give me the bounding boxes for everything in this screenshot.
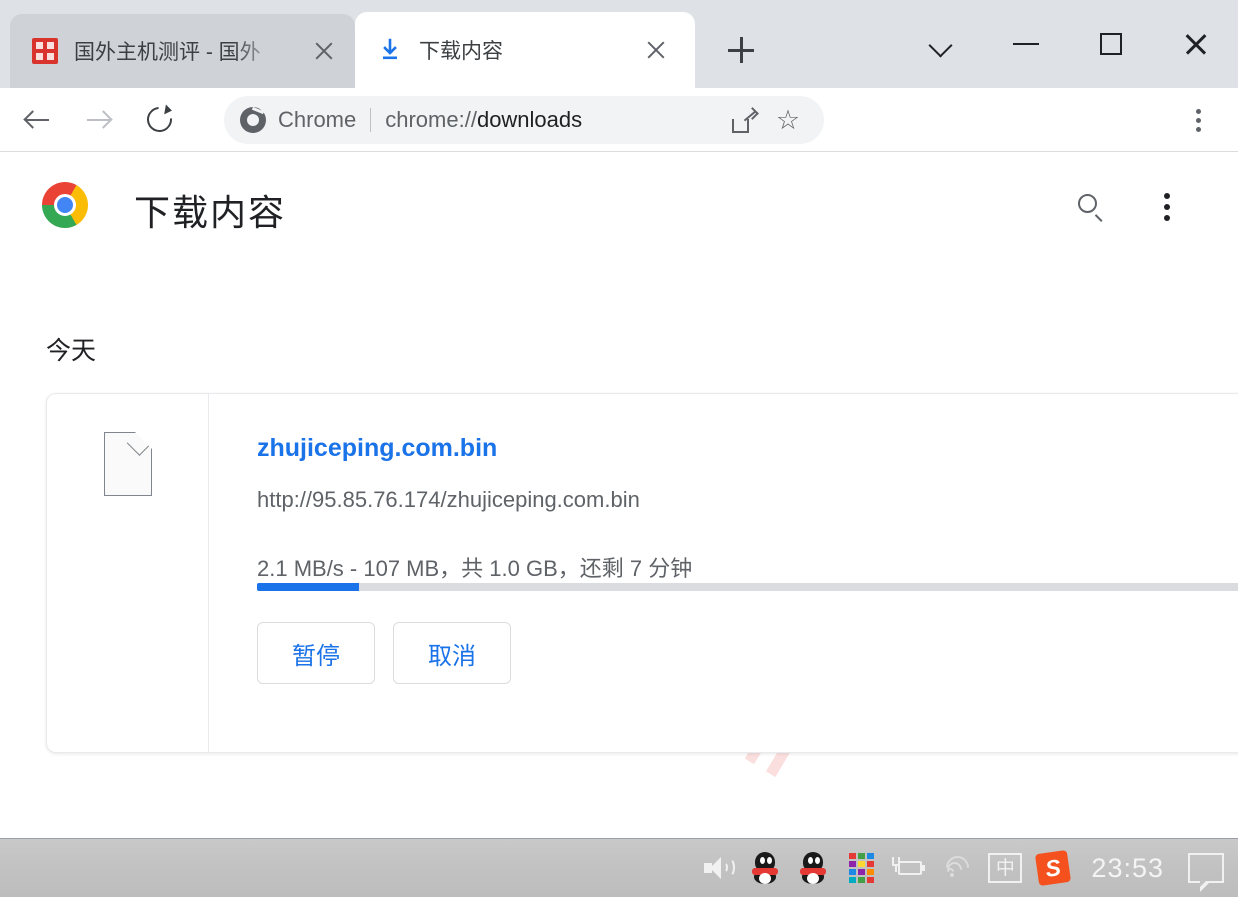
file-icon-column [47,394,209,752]
generic-file-icon [103,430,152,496]
tab-downloads[interactable]: 下载内容 [355,12,695,88]
ime-icon[interactable]: 中 [981,844,1029,892]
new-tab-button[interactable] [715,24,767,76]
omnibox-actions: ☆ [722,98,824,142]
ime-label: 中 [988,853,1023,883]
clock[interactable]: 23:53 [1091,853,1164,884]
star-icon: ☆ [775,104,801,135]
close-icon [313,40,335,62]
site-favicon-icon [32,38,58,64]
page-menu-button[interactable] [1146,186,1188,228]
tab-close-button[interactable] [639,33,673,67]
share-icon [731,106,759,133]
search-icon [1078,194,1104,222]
reload-button[interactable] [135,96,183,144]
omnibox-chip-label: Chrome [278,107,357,132]
chrome-icon [240,107,266,133]
tab-title: 国外主机测评 - 国外 [74,41,261,64]
download-filename-link[interactable]: zhujiceping.com.bin [257,434,497,463]
share-button[interactable] [722,98,766,142]
sogou-icon[interactable]: S [1029,844,1077,892]
address-bar[interactable]: Chrome chrome://downloads ☆ [224,96,824,144]
dot [1195,117,1201,123]
browser-window: 国外主机测评 - 国外 下载内容 Chrome chrome://downloa… [0,0,1238,897]
close-icon [645,39,667,61]
battery-charging-icon[interactable] [885,844,933,892]
arrow-left-icon [22,106,51,133]
downloads-page: zhujiceping.com 下载内容 今天 zhujiceping.com.… [0,153,1238,838]
day-group-label: 今天 [46,337,97,365]
close-icon [1183,31,1209,57]
dot [1195,108,1201,114]
chrome-menu-button[interactable] [1178,100,1218,140]
dot [1164,215,1170,221]
download-actions: 暂停 取消 [257,622,511,684]
qq-icon[interactable] [789,844,837,892]
url-main: downloads [476,107,583,132]
tab-search-button[interactable] [898,13,983,75]
close-window-button[interactable] [1153,13,1238,75]
qq-icon[interactable] [741,844,789,892]
plus-icon [728,37,754,63]
url-prefix: chrome:// [385,107,477,132]
download-progress-bar [257,583,1238,591]
arrow-right-icon [85,106,113,133]
omnibox-url: chrome://downloads [385,107,582,133]
chrome-logo-icon [42,182,88,228]
download-icon [377,37,403,63]
cancel-button[interactable]: 取消 [393,622,511,684]
maximize-button[interactable] [1068,13,1153,75]
volume-icon[interactable] [693,844,741,892]
tab-title: 下载内容 [419,40,503,63]
minimize-icon [1012,42,1039,46]
dot [1195,126,1201,132]
tab-site[interactable]: 国外主机测评 - 国外 [10,14,355,88]
wifi-icon[interactable] [933,844,981,892]
pause-button[interactable]: 暂停 [257,622,375,684]
progress-fill [257,583,359,591]
tab-close-button[interactable] [307,34,341,68]
download-item: zhujiceping.com.bin http://95.85.76.174/… [46,393,1238,753]
download-status-text: 2.1 MB/s - 107 MB，共 1.0 GB，还剩 7 分钟 [257,556,693,581]
reload-icon [141,101,177,138]
app-grid-icon[interactable] [837,844,885,892]
page-header: 下载内容 [0,153,1238,253]
maximize-icon [1099,33,1122,55]
bookmark-button[interactable]: ☆ [766,98,810,142]
download-details: zhujiceping.com.bin http://95.85.76.174/… [209,394,1238,752]
sogou-label: S [1035,849,1072,887]
minimize-button[interactable] [983,13,1068,75]
download-source-url: http://95.85.76.174/zhujiceping.com.bin [257,487,640,512]
window-controls [898,0,1238,88]
dot [1164,204,1170,210]
taskbar: 中 S 23:53 [0,838,1238,897]
divider [370,108,372,132]
back-button[interactable] [13,96,61,144]
chevron-down-icon [929,32,953,56]
dot [1164,193,1170,199]
forward-button[interactable] [74,96,122,144]
notification-icon[interactable] [1182,844,1230,892]
tab-strip: 国外主机测评 - 国外 下载内容 [0,0,1238,88]
page-title: 下载内容 [134,192,287,233]
search-button[interactable] [1070,186,1112,228]
